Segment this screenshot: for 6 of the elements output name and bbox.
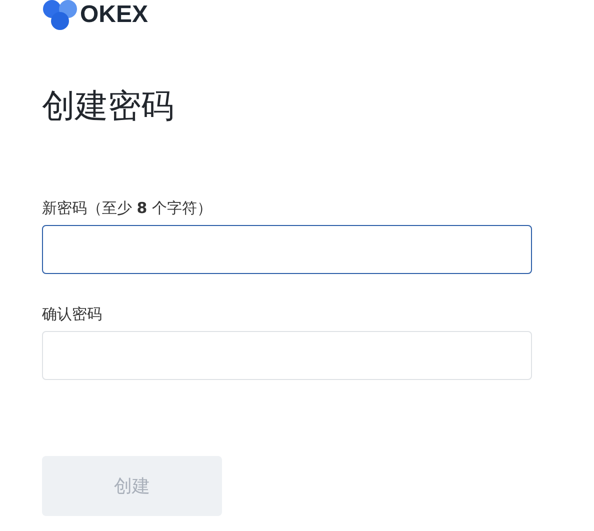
- logo-icon: [42, 0, 78, 33]
- page-title: 创建密码: [42, 86, 175, 126]
- field-label: 确认密码: [42, 304, 103, 324]
- field-label: 新密码（至少 8 个字符）: [42, 198, 213, 218]
- input-field[interactable]: [42, 225, 532, 274]
- logo-text: OKEX: [80, 1, 148, 29]
